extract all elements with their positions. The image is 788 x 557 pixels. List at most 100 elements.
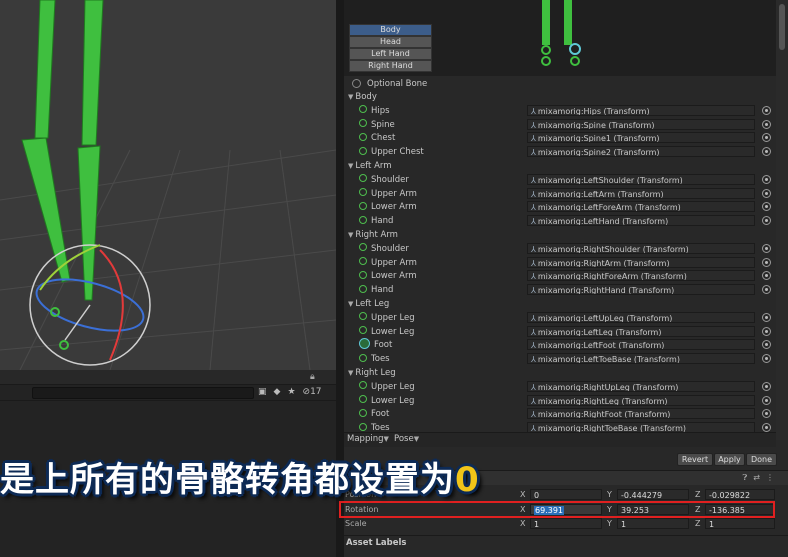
object-picker-icon[interactable] — [762, 133, 771, 143]
scrollbar-thumb[interactable] — [779, 4, 785, 50]
transform-icon: ⅄ — [531, 272, 536, 282]
scale-y-field[interactable]: 1 — [617, 518, 689, 529]
body-part-left-hand-button[interactable]: Left Hand — [349, 48, 432, 60]
filter-by-type-icon[interactable]: ▣ — [258, 387, 267, 397]
position-y-field[interactable]: -0.444279 — [617, 489, 689, 500]
more-options-icon[interactable]: ⋮ — [766, 473, 774, 483]
mapping-dropdown[interactable]: Mapping ▼ — [347, 434, 391, 444]
hidden-packages-icon[interactable]: ⊘17 — [303, 387, 322, 397]
help-icon[interactable]: ❓︎ — [742, 473, 747, 483]
search-input[interactable] — [32, 387, 254, 399]
lock-icon[interactable]: 🔒︎ — [310, 372, 315, 382]
object-picker-icon[interactable] — [762, 423, 771, 433]
asset-labels-header[interactable]: Asset Labels — [344, 535, 788, 550]
rotation-highlight-box — [339, 501, 775, 518]
scale-z-field[interactable]: 1 — [705, 518, 775, 529]
bone-row: Lower Arm ⅄ mixamorig:RightForeArm (Transf… — [344, 270, 776, 282]
bone-transform-field[interactable]: ⅄ mixamorig:Spine2 (Transform) — [527, 146, 755, 158]
group-label: ▼ Body — [348, 92, 377, 102]
subtitle-text: 是上所有的骨骼转角都设置为 — [0, 460, 455, 500]
position-x-field[interactable]: 0 — [530, 489, 602, 500]
bone-transform-field[interactable]: ⅄ mixamorig:RightShoulder (Transform) — [527, 242, 755, 254]
bone-transform-field[interactable]: ⅄ mixamorig:LeftShoulder (Transform) — [527, 173, 755, 185]
object-picker-icon[interactable] — [762, 326, 771, 336]
bone-transform-field[interactable]: ⅄ mixamorig:LeftFoot (Transform) — [527, 339, 755, 351]
favorite-icon[interactable]: ★ — [287, 387, 295, 397]
divider — [0, 400, 336, 401]
pose-dropdown[interactable]: Pose ▼ — [394, 434, 421, 444]
bone-row: Upper Leg ⅄ mixamorig:LeftUpLeg (Transform… — [344, 311, 776, 324]
object-picker-icon[interactable] — [762, 340, 771, 350]
transform-icon: ⅄ — [531, 189, 536, 199]
pose-label: Pose — [394, 434, 414, 444]
bone-transform-field[interactable]: ⅄ mixamorig:Spine (Transform) — [527, 118, 755, 130]
bone-transform-field[interactable]: ⅄ mixamorig:Hips (Transform) — [527, 104, 755, 116]
object-picker-icon[interactable] — [762, 147, 771, 157]
done-button[interactable]: Done — [746, 453, 777, 466]
bone-transform-field[interactable]: ⅄ mixamorig:LeftLeg (Transform) — [527, 325, 755, 337]
object-picker-icon[interactable] — [762, 202, 771, 212]
body-part-head-button[interactable]: Head — [349, 36, 432, 48]
bone-label: Chest — [359, 132, 395, 144]
scale-x-field[interactable]: 1 — [530, 518, 602, 529]
bone-row: Foot ⅄ mixamorig:RightFoot (Transform) — [344, 408, 776, 420]
scrollbar[interactable] — [776, 0, 788, 440]
body-part-body-button[interactable]: Body — [349, 24, 432, 36]
bone-transform-field[interactable]: ⅄ mixamorig:Spine1 (Transform) — [527, 132, 755, 144]
object-picker-icon[interactable] — [762, 105, 771, 115]
bone-status-icon — [359, 132, 367, 141]
object-picker-icon[interactable] — [762, 119, 771, 129]
revert-button[interactable]: Revert — [677, 453, 713, 466]
bone-transform-field[interactable]: ⅄ mixamorig:LeftForeArm (Transform) — [527, 201, 755, 213]
object-picker-icon[interactable] — [762, 174, 771, 184]
scene-view[interactable] — [0, 0, 336, 370]
avatar-legs-diagram — [541, 0, 581, 66]
bone-row: Spine ⅄ mixamorig:Spine (Transform) — [344, 118, 776, 131]
bone-status-icon — [359, 338, 370, 350]
bone-transform-field[interactable]: ⅄ mixamorig:RightLeg (Transform) — [527, 394, 755, 406]
object-picker-icon[interactable] — [762, 354, 771, 364]
transform-icon: ⅄ — [531, 313, 536, 323]
bone-transform-field[interactable]: ⅄ mixamorig:LeftArm (Transform) — [527, 187, 755, 199]
transform-icon: ⅄ — [531, 217, 536, 227]
object-picker-icon[interactable] — [762, 395, 771, 405]
bone-transform-field[interactable]: ⅄ mixamorig:LeftUpLeg (Transform) — [527, 311, 755, 323]
filter-by-label-icon[interactable]: ◆ — [274, 387, 281, 397]
bone-transform-field[interactable]: ⅄ mixamorig:LeftHand (Transform) — [527, 215, 755, 227]
bone-status-icon — [359, 105, 367, 114]
body-part-right-hand-button[interactable]: Right Hand — [349, 60, 432, 72]
bone-row: Foot ⅄ mixamorig:LeftFoot (Transform) — [344, 338, 776, 351]
bone-label: Lower Arm — [359, 270, 417, 282]
expand-triangle-icon: ▼ — [348, 369, 354, 377]
bone-transform-field[interactable]: ⅄ mixamorig:RightForeArm (Transform) — [527, 270, 755, 282]
project-toolbar: 🔒︎ — [0, 370, 336, 385]
transform-icon: ⅄ — [531, 120, 536, 130]
object-picker-icon[interactable] — [762, 271, 771, 281]
bone-transform-field[interactable]: ⅄ mixamorig:RightUpLeg (Transform) — [527, 380, 755, 392]
object-picker-icon[interactable] — [762, 312, 771, 322]
position-y-axis: Y — [607, 490, 612, 499]
object-picker-icon[interactable] — [762, 188, 771, 198]
object-picker-icon[interactable] — [762, 285, 771, 295]
object-picker-icon[interactable] — [762, 243, 771, 253]
chevron-down-icon: ▼ — [383, 435, 389, 443]
bone-row: Upper Leg ⅄ mixamorig:RightUpLeg (Transfor… — [344, 380, 776, 393]
mapping-label: Mapping — [347, 434, 384, 444]
preset-icon[interactable]: ⇄ — [753, 473, 760, 483]
bone-transform-field[interactable]: ⅄ mixamorig:RightHand (Transform) — [527, 284, 755, 296]
object-picker-icon[interactable] — [762, 216, 771, 226]
bone-label: Hand — [359, 284, 393, 296]
object-picker-icon[interactable] — [762, 257, 771, 267]
transform-icon: ⅄ — [531, 106, 536, 116]
scale-x-axis: X — [520, 519, 526, 528]
apply-button[interactable]: Apply — [714, 453, 745, 466]
expand-triangle-icon: ▼ — [348, 162, 354, 170]
bone-transform-field[interactable]: ⅄ mixamorig:RightArm (Transform) — [527, 256, 755, 268]
bone-transform-field[interactable]: ⅄ mixamorig:LeftToeBase (Transform) — [527, 353, 755, 365]
object-picker-icon[interactable] — [762, 409, 771, 419]
position-z-field[interactable]: -0.029822 — [705, 489, 775, 500]
bone-row: Upper Chest ⅄ mixamorig:Spine2 (Transform) — [344, 146, 776, 158]
bone-label: Lower Arm — [359, 201, 417, 213]
bone-transform-field[interactable]: ⅄ mixamorig:RightFoot (Transform) — [527, 408, 755, 420]
object-picker-icon[interactable] — [762, 381, 771, 391]
